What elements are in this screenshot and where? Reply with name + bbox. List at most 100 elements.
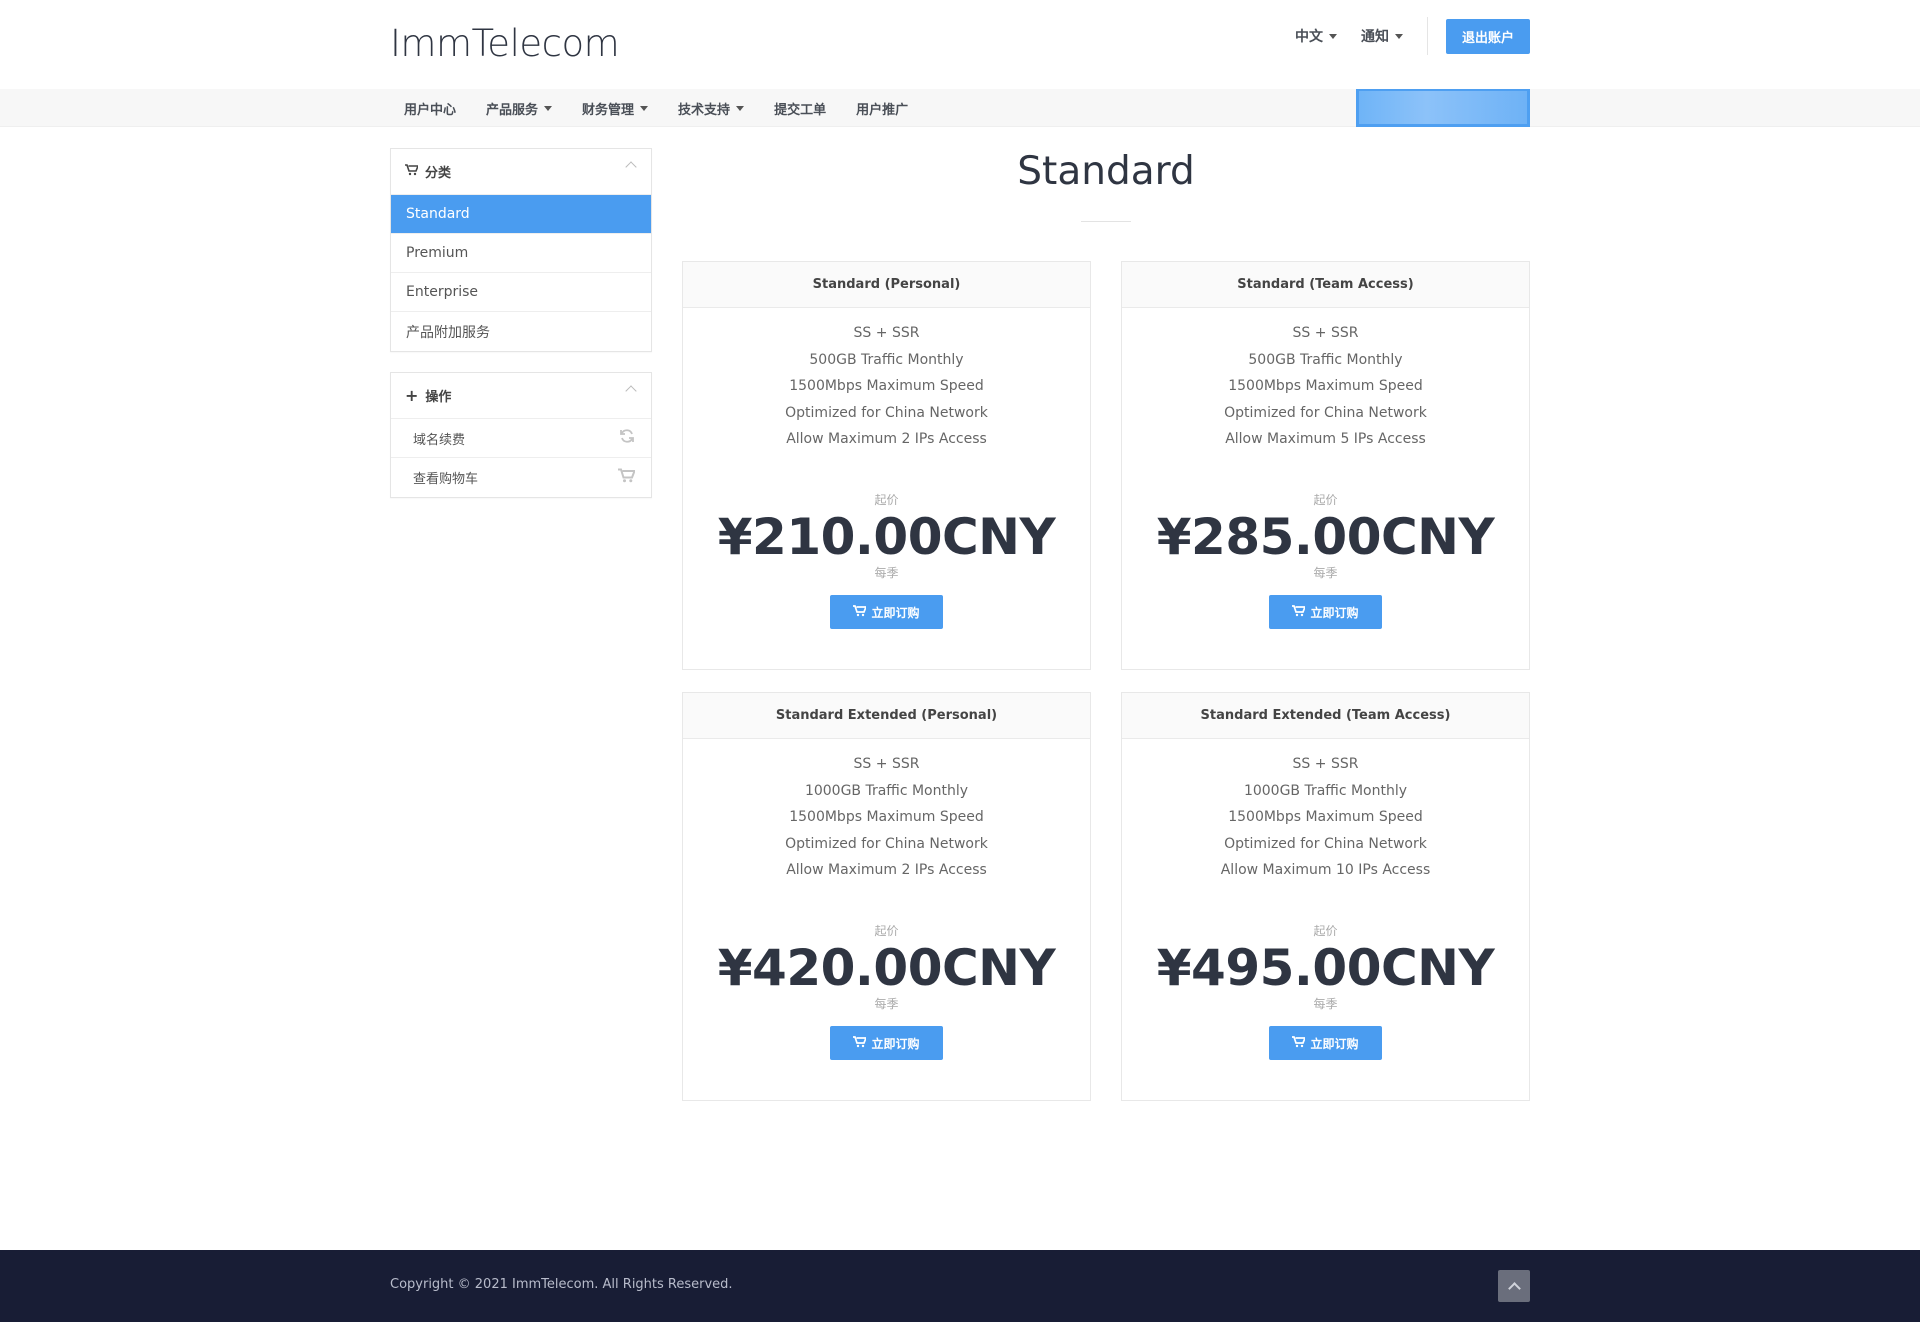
product-name: Standard Extended (Team Access) — [1122, 693, 1529, 739]
product-card: Standard (Personal) SS + SSR 500GB Traffic… — [682, 261, 1091, 670]
categories-title: 分类 — [425, 166, 452, 181]
feature-item: 1000GB Traffic Monthly — [804, 782, 969, 799]
category-item[interactable]: 产品附加服务 — [391, 312, 651, 351]
cart-icon — [405, 163, 420, 180]
caret-down-icon — [544, 105, 553, 111]
order-button-label: 立即订购 — [1310, 605, 1359, 620]
billing-cycle: 每季 — [874, 566, 899, 580]
site-logo[interactable]: ImmTelecom — [390, 22, 620, 65]
caret-down-icon — [736, 105, 745, 111]
feature-item: SS + SSR — [853, 756, 920, 772]
product-name: Standard (Team Access) — [1122, 262, 1529, 308]
price-value: ¥495.00CNY — [1156, 939, 1495, 997]
order-now-button[interactable]: 立即订购 — [830, 1026, 943, 1060]
content-area: Standard Standard (Personal) SS + SSR 500G… — [682, 127, 1530, 1101]
feature-item: SS + SSR — [1292, 325, 1359, 341]
main-navbar: 用户中心 产品服务 财务管理 技术支持 提交工单 用户推广 — [0, 89, 1920, 127]
feature-item: SS + SSR — [853, 325, 920, 341]
actions-panel-header[interactable]: + 操作 — [391, 373, 651, 419]
nav-item-label: 用户推广 — [856, 102, 909, 118]
price-value: ¥420.00CNY — [717, 939, 1056, 997]
feature-item: 500GB Traffic Monthly — [809, 351, 964, 368]
site-footer: Copyright © 2021 ImmTelecom. All Rights … — [0, 1250, 1920, 1322]
billing-cycle: 每季 — [1313, 566, 1338, 580]
billing-cycle: 每季 — [1313, 997, 1338, 1011]
feature-list: SS + SSR 1000GB Traffic Monthly 1500Mbps M… — [683, 739, 1090, 884]
feature-list: SS + SSR 1000GB Traffic Monthly 1500Mbps M… — [1122, 739, 1529, 884]
price-block: 起价 ¥495.00CNY 每季立即订购 — [1122, 922, 1529, 1060]
category-item[interactable]: Enterprise — [391, 273, 651, 312]
nav-item[interactable]: 提交工单 — [774, 99, 826, 118]
logout-button[interactable]: 退出账户 — [1446, 18, 1530, 54]
category-item[interactable]: Standard — [391, 195, 651, 234]
action-list: 域名续费查看购物车 — [391, 419, 651, 497]
title-divider — [1081, 221, 1131, 222]
feature-item: Optimized for China Network — [785, 404, 988, 421]
actions-panel: + 操作 域名续费查看购物车 — [390, 372, 652, 498]
order-button-label: 立即订购 — [871, 605, 920, 620]
feature-item: Optimized for China Network — [785, 835, 988, 852]
category-item[interactable]: Premium — [391, 234, 651, 273]
chevron-up-icon[interactable] — [625, 161, 637, 173]
price-value: ¥285.00CNY — [1156, 508, 1495, 566]
page-title: Standard — [1017, 149, 1195, 194]
feature-list: SS + SSR 500GB Traffic Monthly 1500Mbps Ma… — [1122, 308, 1529, 453]
nav-search-box[interactable] — [1356, 89, 1530, 127]
language-dropdown[interactable]: 中文 — [1295, 26, 1337, 46]
notifications-dropdown[interactable]: 通知 — [1361, 26, 1403, 46]
feature-item: Allow Maximum 10 IPs Access — [1220, 862, 1431, 879]
copyright-text: Copyright © 2021 ImmTelecom. All Rights … — [390, 1277, 733, 1292]
product-name: Standard Extended (Personal) — [683, 693, 1090, 739]
nav-item-label: 财务管理 — [582, 102, 635, 118]
sidebar: 分类 Standard Premium Enterprise 产品附加服务 + 操作 … — [390, 148, 652, 518]
nav-item[interactable]: 产品服务 — [486, 99, 553, 118]
price-block: 起价 ¥285.00CNY 每季 立即订购 — [1122, 491, 1529, 629]
product-name: Standard (Personal) — [683, 262, 1090, 308]
feature-item: 1500Mbps Maximum Speed — [1228, 378, 1423, 395]
billing-cycle: 每季 — [874, 997, 899, 1011]
cart-icon — [618, 468, 636, 487]
nav-item[interactable]: 用户推广 — [856, 99, 908, 118]
nav-item-label: 用户中心 — [404, 102, 457, 118]
feature-item: 1500Mbps Maximum Speed — [1228, 809, 1423, 826]
nav-item[interactable]: 用户中心 — [404, 99, 456, 118]
action-item[interactable]: 查看购物车 — [391, 458, 651, 497]
product-card: Standard (Team Access) SS + SSR 500GB Traf… — [1121, 261, 1530, 670]
feature-item: Optimized for China Network — [1224, 835, 1427, 852]
feature-item: Allow Maximum 2 IPs Access — [786, 431, 987, 448]
caret-down-icon — [1329, 33, 1337, 39]
action-item[interactable]: 域名续费 — [391, 419, 651, 458]
cart-icon — [853, 604, 868, 620]
language-label: 中文 — [1295, 29, 1323, 45]
price-block: 起价 ¥210.00CNY 每季 立即订购 — [683, 491, 1090, 629]
cart-icon — [1292, 1035, 1307, 1051]
chevron-up-icon[interactable] — [625, 385, 637, 397]
product-card: Standard Extended (Team Access) SS + SSR 1… — [1121, 692, 1530, 1101]
nav-item[interactable]: 技术支持 — [678, 99, 745, 118]
header-divider — [1427, 17, 1428, 55]
product-card: Standard Extended (Personal) SS + SSR 1000… — [682, 692, 1091, 1101]
nav-item-label: 产品服务 — [486, 102, 539, 118]
order-now-button[interactable]: 立即订购 — [830, 595, 943, 629]
feature-item: 500GB Traffic Monthly — [1248, 351, 1403, 368]
action-label: 域名续费 — [413, 432, 466, 448]
order-button-label: 立即订购 — [1310, 1036, 1359, 1051]
feature-item: SS + SSR — [1292, 756, 1359, 772]
nav-item-label: 技术支持 — [678, 102, 731, 118]
header-actions: 中文 通知 退出账户 — [1295, 17, 1530, 55]
price-from-label: 起价 — [1313, 924, 1338, 938]
price-from-label: 起价 — [874, 924, 899, 938]
back-to-top-button[interactable] — [1498, 1270, 1530, 1302]
order-now-button[interactable]: 立即订购 — [1269, 595, 1382, 629]
order-now-button[interactable]: 立即订购 — [1269, 1026, 1382, 1060]
nav-item-label: 提交工单 — [774, 102, 827, 118]
notifications-label: 通知 — [1361, 29, 1389, 45]
categories-panel-header[interactable]: 分类 — [391, 149, 651, 195]
feature-item: Optimized for China Network — [1224, 404, 1427, 421]
main-area: 分类 Standard Premium Enterprise 产品附加服务 + 操作 … — [0, 127, 1920, 1287]
refresh-icon — [619, 428, 635, 448]
feature-item: 1500Mbps Maximum Speed — [789, 809, 984, 826]
price-from-label: 起价 — [874, 493, 899, 507]
nav-item[interactable]: 财务管理 — [582, 99, 649, 118]
feature-item: 1500Mbps Maximum Speed — [789, 378, 984, 395]
